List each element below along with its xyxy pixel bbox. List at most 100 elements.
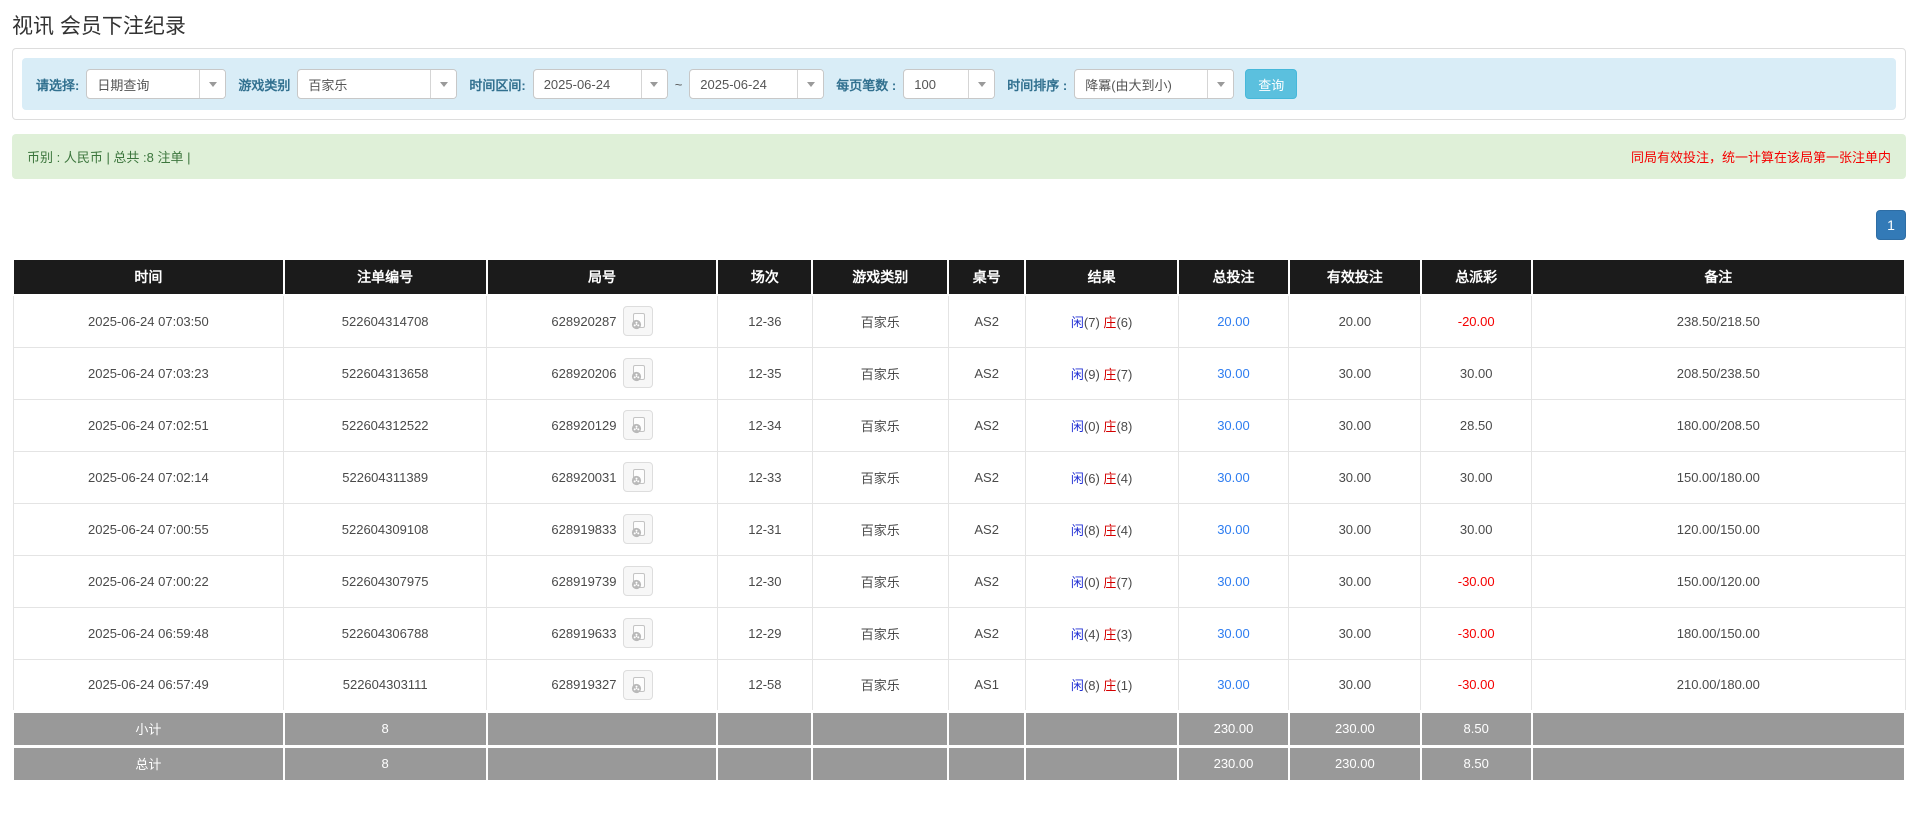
video-replay-button[interactable] <box>622 462 653 492</box>
summary-bar: 币别 : 人民币 | 总共 :8 注单 | 同局有效投注，统一计算在该局第一张注… <box>12 134 1906 179</box>
chevron-down-icon[interactable] <box>968 70 995 98</box>
chevron-down-icon[interactable] <box>640 70 667 98</box>
result-banker-score: (7) <box>1116 366 1133 382</box>
result-player-label: 闲 <box>1070 470 1084 486</box>
summary-empty-cell <box>947 744 1027 783</box>
cell-time: 2025-06-24 07:00:55 <box>12 502 285 556</box>
total-bet-link[interactable]: 30.00 <box>1217 677 1250 692</box>
date-mode-select[interactable]: 日期查询 <box>86 69 227 99</box>
cell-remark: 210.00/180.00 <box>1531 658 1906 712</box>
result-player-score: (7) <box>1083 314 1100 330</box>
summary-notice-text: 同局有效投注，统一计算在该局第一张注单内 <box>1630 150 1891 165</box>
date-from-select[interactable]: 2025-06-24 <box>532 69 668 99</box>
result-player-score: (8) <box>1083 522 1100 538</box>
result-banker-score: (4) <box>1116 522 1133 538</box>
cell-remark: 208.50/238.50 <box>1531 346 1906 400</box>
film-reel-icon <box>631 676 645 693</box>
result-player-label: 闲 <box>1070 626 1084 642</box>
cell-game-type: 百家乐 <box>811 450 949 504</box>
result-banker-label: 庄 <box>1103 678 1117 693</box>
summary-total-bet: 230.00 <box>1177 744 1290 783</box>
cell-session: 12-58 <box>716 658 813 712</box>
result-banker-label: 庄 <box>1103 626 1117 642</box>
cell-round-id: 628919633 <box>486 606 718 660</box>
page-1-button[interactable]: 1 <box>1876 210 1906 240</box>
col-header-payout: 总派彩 <box>1419 258 1533 296</box>
chevron-down-icon[interactable] <box>199 70 226 98</box>
search-button[interactable]: 查询 <box>1245 69 1298 99</box>
cell-round-id: 628919833 <box>486 502 718 556</box>
round-id-text: 628920031 <box>551 469 617 485</box>
summary-empty-cell <box>485 709 719 748</box>
cell-table-no: AS2 <box>947 346 1026 400</box>
game-type-select[interactable]: 百家乐 <box>297 69 458 99</box>
result-player-label: 闲 <box>1070 522 1084 538</box>
total-bet-link[interactable]: 30.00 <box>1217 366 1250 381</box>
cell-result: 闲(6) 庄(4) <box>1024 450 1179 504</box>
cell-valid-bet: 20.00 <box>1288 294 1422 348</box>
date-to-select[interactable]: 2025-06-24 <box>689 69 825 99</box>
col-header-bet-id: 注单编号 <box>282 258 488 296</box>
col-header-result: 结果 <box>1024 258 1180 296</box>
summary-payout: 8.50 <box>1419 744 1533 783</box>
video-replay-button[interactable] <box>622 566 653 596</box>
summary-empty-cell <box>1024 744 1180 783</box>
game-type-value: 百家乐 <box>308 77 348 93</box>
total-bet-link[interactable]: 30.00 <box>1217 574 1250 589</box>
total-bet-link[interactable]: 20.00 <box>1217 314 1250 329</box>
filter-bar: 请选择: 日期查询 游戏类别 百家乐 时间区间: 2025-06-24 ~ 20… <box>22 58 1896 110</box>
summary-row: 小计 8 230.00 230.00 8.50 <box>12 709 1907 748</box>
result-banker-score: (8) <box>1116 418 1133 434</box>
film-reel-icon <box>631 469 645 486</box>
col-header-remark: 备注 <box>1530 258 1907 296</box>
cell-payout: 30.00 <box>1420 450 1533 504</box>
cell-table-no: AS1 <box>947 658 1026 712</box>
chevron-down-icon[interactable] <box>797 70 824 98</box>
col-header-total-bet: 总投注 <box>1177 258 1290 296</box>
round-id-text: 628920129 <box>551 417 617 433</box>
result-player-label: 闲 <box>1070 678 1084 693</box>
table-row: 2025-06-24 07:03:50 522604314708 6289202… <box>12 294 1906 348</box>
cell-remark: 180.00/150.00 <box>1531 606 1906 660</box>
result-banker-score: (1) <box>1116 678 1133 693</box>
video-replay-button[interactable] <box>622 618 653 648</box>
result-banker-score: (4) <box>1116 470 1133 486</box>
round-id-text: 628919327 <box>551 677 617 692</box>
result-player-label: 闲 <box>1070 574 1084 590</box>
video-replay-button[interactable] <box>622 514 653 544</box>
date-from-value: 2025-06-24 <box>543 76 611 92</box>
cell-bet-id: 522604314708 <box>283 294 488 348</box>
cell-total-bet: 30.00 <box>1177 346 1290 400</box>
range-separator: ~ <box>674 76 683 92</box>
cell-result: 闲(8) 庄(4) <box>1024 502 1179 556</box>
page-size-select[interactable]: 100 <box>903 69 996 99</box>
total-bet-link[interactable]: 30.00 <box>1217 470 1250 485</box>
result-player-label: 闲 <box>1070 366 1084 382</box>
result-banker-label: 庄 <box>1103 366 1117 382</box>
cell-bet-id: 522604312522 <box>283 398 488 452</box>
time-range-label: 时间区间: <box>469 77 526 93</box>
cell-result: 闲(9) 庄(7) <box>1024 346 1179 400</box>
cell-game-type: 百家乐 <box>811 606 949 660</box>
video-replay-button[interactable] <box>622 358 653 388</box>
total-bet-link[interactable]: 30.00 <box>1217 626 1250 641</box>
result-player-score: (9) <box>1083 366 1100 382</box>
video-replay-button[interactable] <box>622 669 653 700</box>
chevron-down-icon[interactable] <box>1207 70 1234 98</box>
col-header-time: 时间 <box>12 258 285 296</box>
video-replay-button[interactable] <box>622 410 653 440</box>
cell-total-bet: 30.00 <box>1177 398 1290 452</box>
cell-result: 闲(0) 庄(8) <box>1024 398 1179 452</box>
table-row: 2025-06-24 07:03:23 522604313658 6289202… <box>12 346 1906 400</box>
table-row: 2025-06-24 07:02:14 522604311389 6289200… <box>12 450 1906 504</box>
video-replay-button[interactable] <box>622 306 653 337</box>
summary-row-label: 总计 <box>12 744 285 783</box>
total-bet-link[interactable]: 30.00 <box>1217 522 1250 537</box>
time-sort-select[interactable]: 降冪(由大到小) <box>1074 69 1235 99</box>
cell-remark: 150.00/180.00 <box>1531 450 1906 504</box>
cell-table-no: AS2 <box>947 398 1026 452</box>
cell-valid-bet: 30.00 <box>1288 502 1422 556</box>
cell-bet-id: 522604303111 <box>283 658 488 712</box>
total-bet-link[interactable]: 30.00 <box>1217 418 1250 433</box>
chevron-down-icon[interactable] <box>430 70 457 98</box>
